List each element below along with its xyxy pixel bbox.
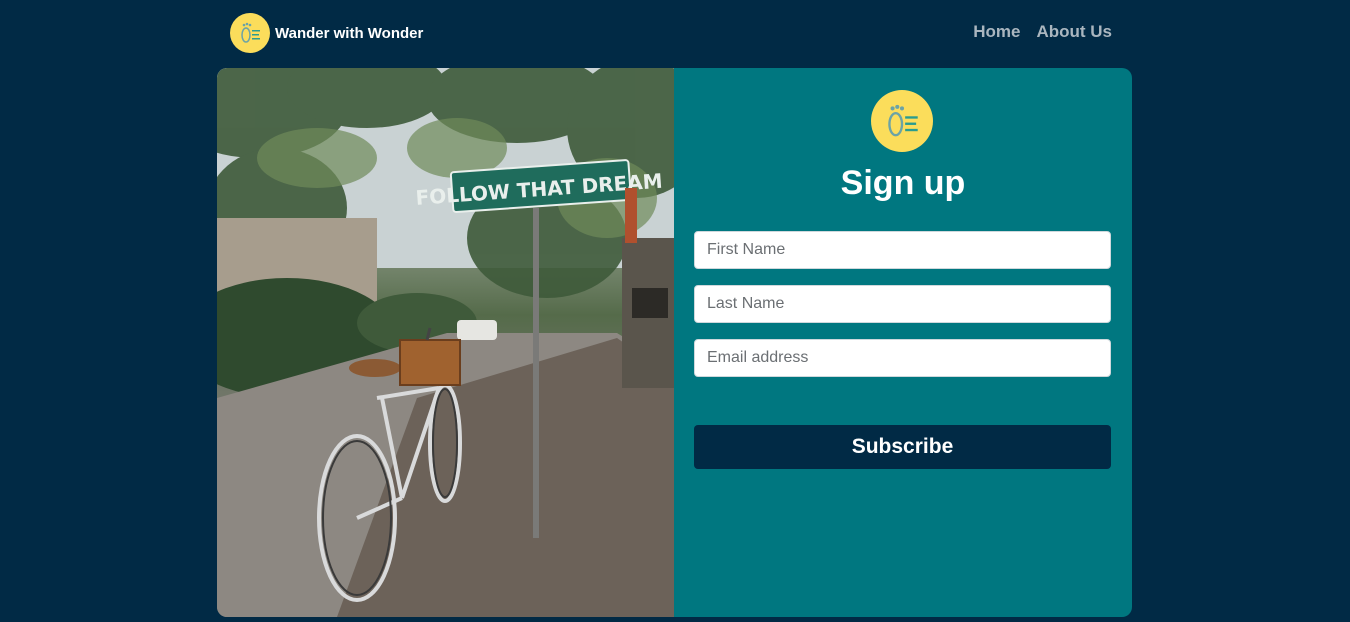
- brand-link[interactable]: Wander with Wonder: [230, 13, 423, 53]
- nav-home-link[interactable]: Home: [973, 22, 1020, 42]
- navbar: Wander with Wonder Home About Us: [0, 0, 1350, 66]
- signup-title: Sign up: [840, 164, 966, 202]
- brand-name: Wander with Wonder: [275, 24, 424, 42]
- panel-logo: [871, 90, 933, 152]
- nav-links: Home About Us: [973, 22, 1112, 42]
- nav-about-link[interactable]: About Us: [1036, 22, 1112, 42]
- first-name-field[interactable]: [694, 231, 1111, 269]
- bicycle-street-illustration: FOLLOW THAT DREAM: [217, 68, 674, 617]
- last-name-field[interactable]: [694, 285, 1111, 323]
- subscribe-button[interactable]: Subscribe: [694, 425, 1111, 469]
- signup-card: FOLLOW THAT DREAM Sign up First Name Las…: [217, 68, 1132, 617]
- hero-photo: FOLLOW THAT DREAM: [217, 68, 674, 617]
- signup-panel: Sign up Subscribe: [674, 68, 1132, 617]
- footprint-icon: [888, 104, 918, 137]
- footprint-icon: [241, 22, 260, 43]
- brand-logo: [230, 13, 270, 53]
- email-field[interactable]: [694, 339, 1111, 377]
